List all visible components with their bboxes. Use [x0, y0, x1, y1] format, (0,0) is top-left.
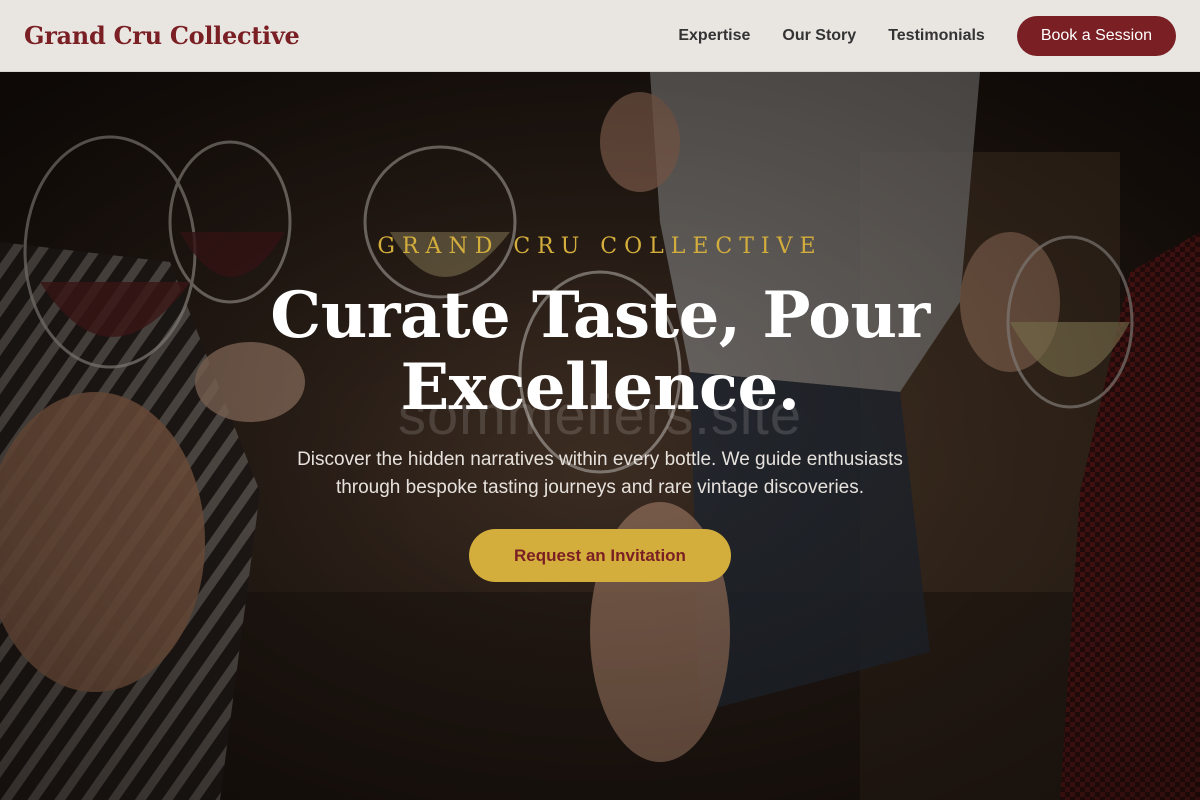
main-nav: Expertise Our Story Testimonials Book a … — [678, 15, 1176, 56]
nav-link-testimonials[interactable]: Testimonials — [888, 27, 985, 45]
request-invitation-button[interactable]: Request an Invitation — [469, 529, 731, 582]
site-header: Grand Cru Collective Expertise Our Story… — [0, 0, 1200, 72]
hero-section: GRAND CRU COLLECTIVE Curate Taste, Pour … — [0, 72, 1200, 800]
hero-subtext: Discover the hidden narratives within ev… — [240, 446, 960, 502]
hero-subtext-line-1: Discover the hidden narratives within ev… — [297, 449, 903, 470]
hero-subtext-line-2: through bespoke tasting journeys and rar… — [335, 477, 865, 498]
hero-headline-line-1: Curate Taste, Pour — [270, 278, 930, 353]
hero-eyebrow: GRAND CRU COLLECTIVE — [377, 234, 823, 259]
nav-link-expertise[interactable]: Expertise — [678, 27, 750, 45]
brand-logo[interactable]: Grand Cru Collective — [24, 21, 300, 50]
watermark-text: sommeliers.site — [398, 383, 802, 446]
nav-link-our-story[interactable]: Our Story — [782, 27, 856, 45]
book-session-button[interactable]: Book a Session — [1016, 15, 1176, 56]
